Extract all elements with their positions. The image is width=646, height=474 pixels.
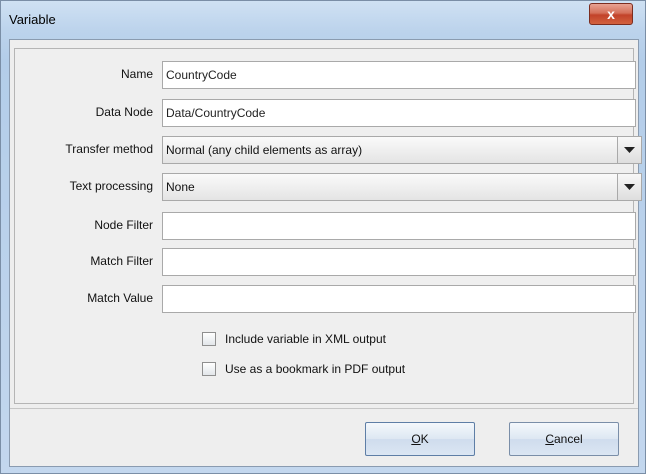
button-bar-separator — [10, 408, 638, 409]
text-processing-dropdown-button[interactable] — [617, 174, 641, 200]
close-icon: x — [607, 6, 615, 22]
match-value-field[interactable] — [162, 285, 636, 313]
chevron-down-icon — [624, 147, 635, 153]
ok-button[interactable]: OK — [365, 422, 475, 456]
text-processing-label: Text processing — [69, 179, 153, 193]
name-field[interactable]: CountryCode — [162, 61, 636, 89]
match-filter-label: Match Filter — [90, 254, 153, 268]
dialog-title: Variable — [9, 12, 56, 27]
data-node-field[interactable]: Data/CountryCode — [162, 99, 636, 127]
chevron-down-icon — [624, 184, 635, 190]
match-value-label: Match Value — [87, 291, 153, 305]
cancel-mnemonic: C — [545, 432, 554, 446]
cancel-button[interactable]: Cancel — [509, 422, 619, 456]
node-filter-field[interactable] — [162, 212, 636, 240]
close-button[interactable]: x — [589, 3, 633, 25]
ok-label-rest: K — [420, 432, 429, 446]
transfer-method-value: Normal (any child elements as array) — [166, 143, 363, 157]
text-processing-value: None — [166, 180, 195, 194]
variable-form-panel: Name CountryCode Data Node Data/CountryC… — [14, 48, 642, 404]
match-filter-field[interactable] — [162, 248, 636, 276]
transfer-method-dropdown-button[interactable] — [617, 137, 641, 163]
node-filter-label: Node Filter — [94, 218, 153, 232]
transfer-method-select[interactable]: Normal (any child elements as array) — [162, 136, 642, 164]
dialog-content: Name CountryCode Data Node Data/CountryC… — [9, 39, 642, 467]
cancel-label-rest: ancel — [553, 432, 583, 446]
name-label: Name — [120, 67, 153, 81]
text-processing-select[interactable]: None — [162, 173, 642, 201]
bookmark-pdf-checkbox[interactable] — [202, 362, 216, 376]
dialog-window: Variable x Name CountryCode Data Node Da… — [0, 0, 646, 474]
data-node-label: Data Node — [95, 105, 153, 119]
transfer-method-label: Transfer method — [65, 142, 153, 156]
bookmark-pdf-label[interactable]: Use as a bookmark in PDF output — [225, 362, 405, 376]
include-xml-label[interactable]: Include variable in XML output — [225, 332, 386, 346]
ok-mnemonic: O — [411, 432, 421, 446]
include-xml-checkbox[interactable] — [202, 332, 216, 346]
